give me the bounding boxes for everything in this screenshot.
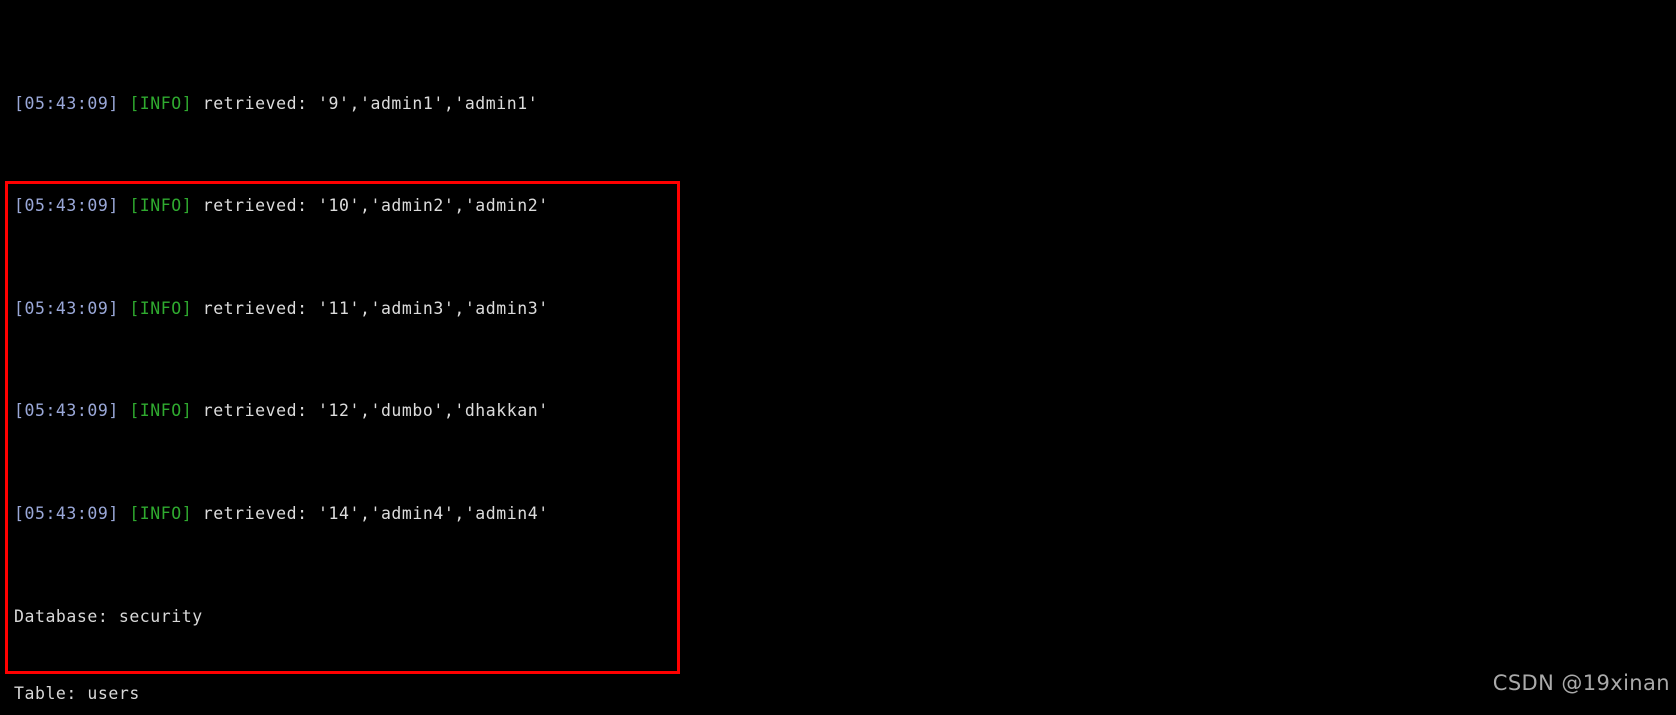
log-space bbox=[119, 94, 129, 113]
log-timestamp: [05:43:09] bbox=[14, 401, 119, 421]
log-line: [05:43:09] [INFO] retrieved: '10','admin… bbox=[14, 193, 1676, 219]
log-timestamp: [05:43:09] bbox=[14, 298, 119, 318]
log-space bbox=[119, 196, 129, 215]
log-timestamp: [05:43:09] bbox=[14, 93, 119, 113]
log-space bbox=[119, 401, 129, 420]
table-label: Table: users bbox=[14, 683, 140, 703]
log-line: [05:43:09] [INFO] retrieved: '9','admin1… bbox=[14, 91, 1676, 117]
log-line: [05:43:09] [INFO] retrieved: '14','admin… bbox=[14, 501, 1676, 527]
log-line: [05:43:09] [INFO] retrieved: '12','dumbo… bbox=[14, 398, 1676, 424]
database-label: Database: security bbox=[14, 606, 203, 626]
log-space bbox=[119, 504, 129, 523]
log-level: [INFO] bbox=[129, 401, 193, 421]
log-level: [INFO] bbox=[129, 298, 193, 318]
terminal-scrollback: [05:43:09] [INFO] retrieved: '9','admin1… bbox=[14, 0, 1676, 715]
log-message: retrieved: '10','admin2','admin2' bbox=[192, 196, 549, 216]
log-message: retrieved: '12','dumbo','dhakkan' bbox=[192, 401, 549, 421]
log-line: [05:43:09] [INFO] retrieved: '11','admin… bbox=[14, 296, 1676, 322]
log-level: [INFO] bbox=[129, 93, 193, 113]
log-level: [INFO] bbox=[129, 196, 193, 216]
csdn-watermark: CSDN @19xinan bbox=[1492, 671, 1670, 696]
log-message: retrieved: '14','admin4','admin4' bbox=[192, 504, 549, 524]
log-message: retrieved: '11','admin3','admin3' bbox=[192, 298, 549, 318]
log-space bbox=[119, 299, 129, 318]
terminal-window: [05:43:09] [INFO] retrieved: '9','admin1… bbox=[0, 0, 1676, 715]
log-timestamp: [05:43:09] bbox=[14, 504, 119, 524]
log-timestamp: [05:43:09] bbox=[14, 196, 119, 216]
log-level: [INFO] bbox=[129, 504, 193, 524]
log-message: retrieved: '9','admin1','admin1' bbox=[192, 93, 539, 113]
